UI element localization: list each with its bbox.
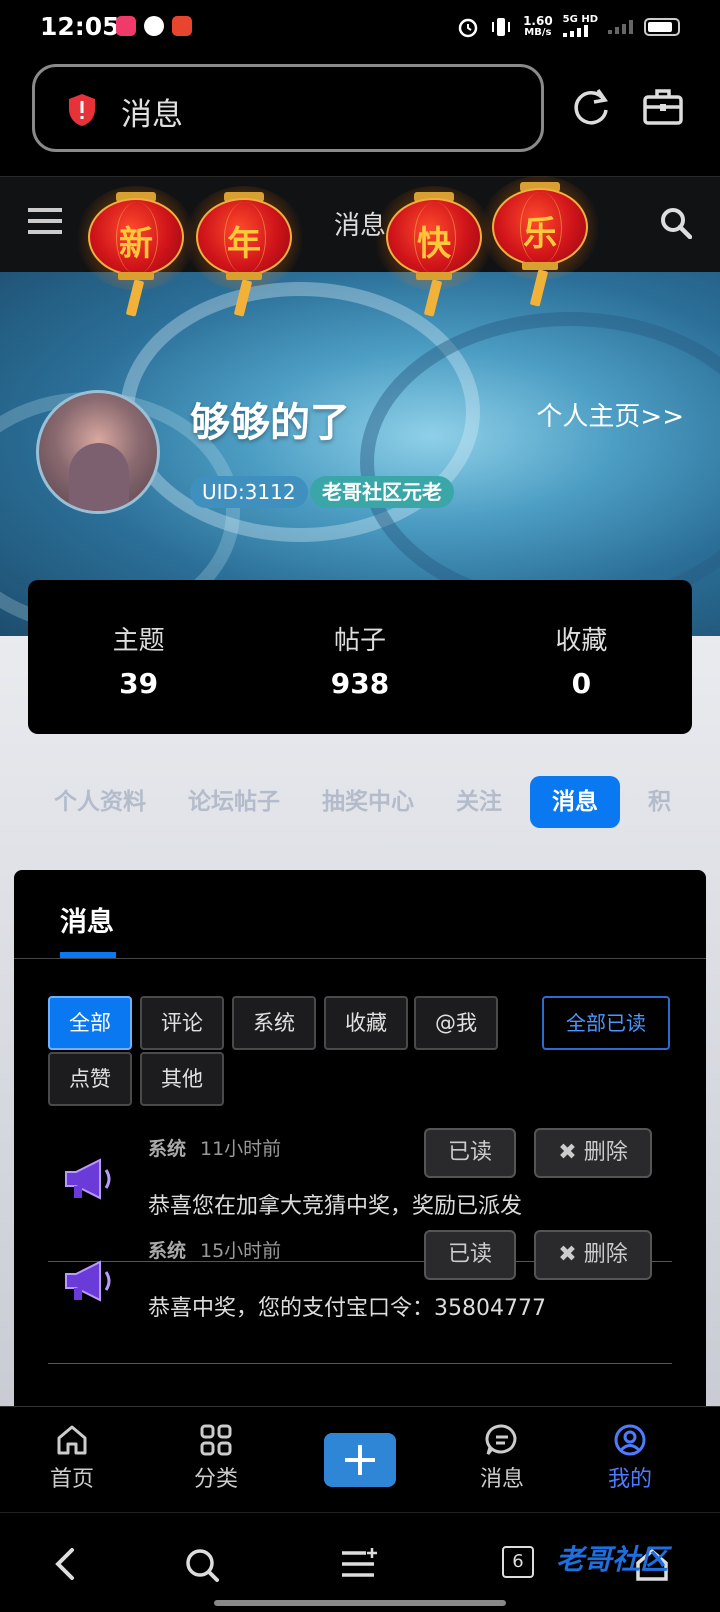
mark-all-read-button[interactable]: 全部已读 — [542, 996, 670, 1050]
signal-icon — [608, 20, 633, 34]
tab-points[interactable]: 积 — [634, 776, 685, 828]
stat-label: 帖子 — [333, 626, 386, 656]
delete-button[interactable]: ✖ 删除 — [534, 1128, 652, 1178]
message-type: 系统 — [148, 1138, 187, 1160]
menu-icon[interactable] — [340, 1547, 378, 1581]
nav-messages[interactable]: 消息 — [452, 1423, 552, 1493]
status-indicators: 1.60 MB/s 5G HD — [457, 14, 680, 40]
nav-me[interactable]: 我的 — [580, 1423, 680, 1493]
bottom-nav: 首页 分类 消息 我的 — [0, 1406, 720, 1512]
status-bar: 12:05 1.60 MB/s 5G HD — [0, 0, 720, 56]
stat-label: 收藏 — [555, 626, 608, 656]
filter-other[interactable]: 其他 — [140, 1052, 224, 1106]
stat-value: 938 — [330, 667, 390, 700]
battery-level — [648, 22, 672, 32]
filter-mentions[interactable]: @我 — [414, 996, 498, 1050]
rank-badge: 老哥社区元老 — [310, 476, 454, 508]
back-icon[interactable] — [52, 1547, 82, 1581]
app-notification-icon — [144, 16, 164, 36]
nav-label: 首页 — [49, 1467, 94, 1492]
delete-button[interactable]: ✖ 删除 — [534, 1230, 652, 1280]
home-indicator[interactable] — [214, 1600, 506, 1606]
notification-icons — [116, 16, 192, 36]
alarm-icon — [458, 18, 478, 38]
tab-profile[interactable]: 个人资料 — [40, 776, 160, 828]
profile-home-link[interactable]: 个人主页>> — [536, 396, 684, 433]
nav-home[interactable]: 首页 — [22, 1423, 122, 1493]
tabs-count-button[interactable]: 6 — [502, 1546, 534, 1578]
mark-read-button[interactable]: 已读 — [424, 1230, 516, 1280]
lantern-char: 新 — [119, 224, 153, 264]
search-icon[interactable] — [660, 207, 692, 239]
app-notification-icon — [172, 16, 192, 36]
avatar[interactable] — [36, 390, 160, 514]
grid-icon — [200, 1424, 232, 1456]
stat-value: 39 — [119, 667, 159, 700]
message-time: 15小时前 — [200, 1240, 282, 1262]
stat-topics[interactable]: 主题 39 — [28, 580, 249, 734]
stats-card: 主题 39 帖子 938 收藏 0 — [28, 580, 692, 734]
vibrate-icon — [492, 18, 511, 36]
messages-panel: 消息 全部 评论 系统 收藏 @我 全部已读 点赞 其他 系统 11小时前 已读… — [14, 870, 706, 1406]
address-text: 消息 — [121, 97, 183, 133]
search-icon[interactable] — [184, 1547, 220, 1583]
nav-label: 分类 — [193, 1467, 238, 1492]
nav-label: 消息 — [479, 1467, 524, 1492]
home-icon — [57, 1425, 87, 1455]
divider — [14, 958, 706, 959]
app-notification-icon — [116, 16, 136, 36]
site-watermark: 老哥社区 — [556, 1543, 669, 1576]
message-type: 系统 — [148, 1240, 187, 1262]
network-type: 5G HD — [562, 14, 598, 40]
lantern-decoration: 快 — [374, 180, 494, 320]
toolbox-icon[interactable] — [642, 86, 684, 128]
username: 够够的了 — [190, 400, 350, 446]
lantern-char: 乐 — [523, 214, 557, 254]
megaphone-icon — [65, 1260, 111, 1302]
profile-tabs: 个人资料 论坛帖子 抽奖中心 关注 消息 积 — [40, 776, 720, 828]
user-icon — [614, 1424, 646, 1456]
uid-badge: UID:3112 — [190, 476, 308, 508]
shield-icon — [69, 94, 95, 126]
tab-messages[interactable]: 消息 — [530, 776, 620, 828]
address-bar[interactable]: 消息 — [32, 64, 544, 152]
megaphone-icon — [65, 1158, 111, 1200]
chat-icon — [485, 1424, 517, 1455]
filter-comments[interactable]: 评论 — [140, 996, 224, 1050]
message-time: 11小时前 — [200, 1138, 282, 1160]
lantern-decoration: 年 — [184, 180, 304, 320]
lantern-decoration: 新 — [76, 180, 196, 320]
lantern-decoration: 乐 — [480, 170, 600, 310]
filter-system[interactable]: 系统 — [232, 996, 316, 1050]
nav-label: 我的 — [607, 1467, 652, 1492]
signal-icon — [562, 25, 588, 37]
stat-label: 主题 — [112, 626, 165, 656]
mark-read-button[interactable]: 已读 — [424, 1128, 516, 1178]
network-speed: 1.60 MB/s — [523, 14, 553, 38]
status-time: 12:05 — [40, 12, 120, 41]
nav-categories[interactable]: 分类 — [166, 1423, 266, 1493]
filter-likes[interactable]: 点赞 — [48, 1052, 132, 1106]
tab-follow[interactable]: 关注 — [442, 776, 516, 828]
panel-title[interactable]: 消息 — [60, 900, 114, 939]
lantern-char: 年 — [227, 224, 261, 264]
stat-posts[interactable]: 帖子 938 — [249, 580, 470, 734]
new-post-button[interactable] — [324, 1433, 396, 1487]
filter-favorites[interactable]: 收藏 — [324, 996, 408, 1050]
filter-all[interactable]: 全部 — [48, 996, 132, 1050]
reload-icon[interactable] — [570, 86, 612, 128]
tab-lottery[interactable]: 抽奖中心 — [308, 776, 428, 828]
tab-forum-posts[interactable]: 论坛帖子 — [174, 776, 294, 828]
message-item: 系统 15小时前 已读 ✖ 删除 恭喜中奖，您的支付宝口令：35804777 — [48, 1228, 672, 1364]
stat-value: 0 — [571, 667, 592, 700]
plus-icon — [345, 1445, 375, 1475]
message-text[interactable]: 恭喜您在加拿大竞猜中奖，奖励已派发 — [148, 1188, 522, 1220]
stat-favorites[interactable]: 收藏 0 — [471, 580, 692, 734]
lantern-char: 快 — [417, 224, 451, 264]
message-text[interactable]: 恭喜中奖，您的支付宝口令：35804777 — [148, 1290, 546, 1322]
battery-icon — [644, 18, 680, 36]
